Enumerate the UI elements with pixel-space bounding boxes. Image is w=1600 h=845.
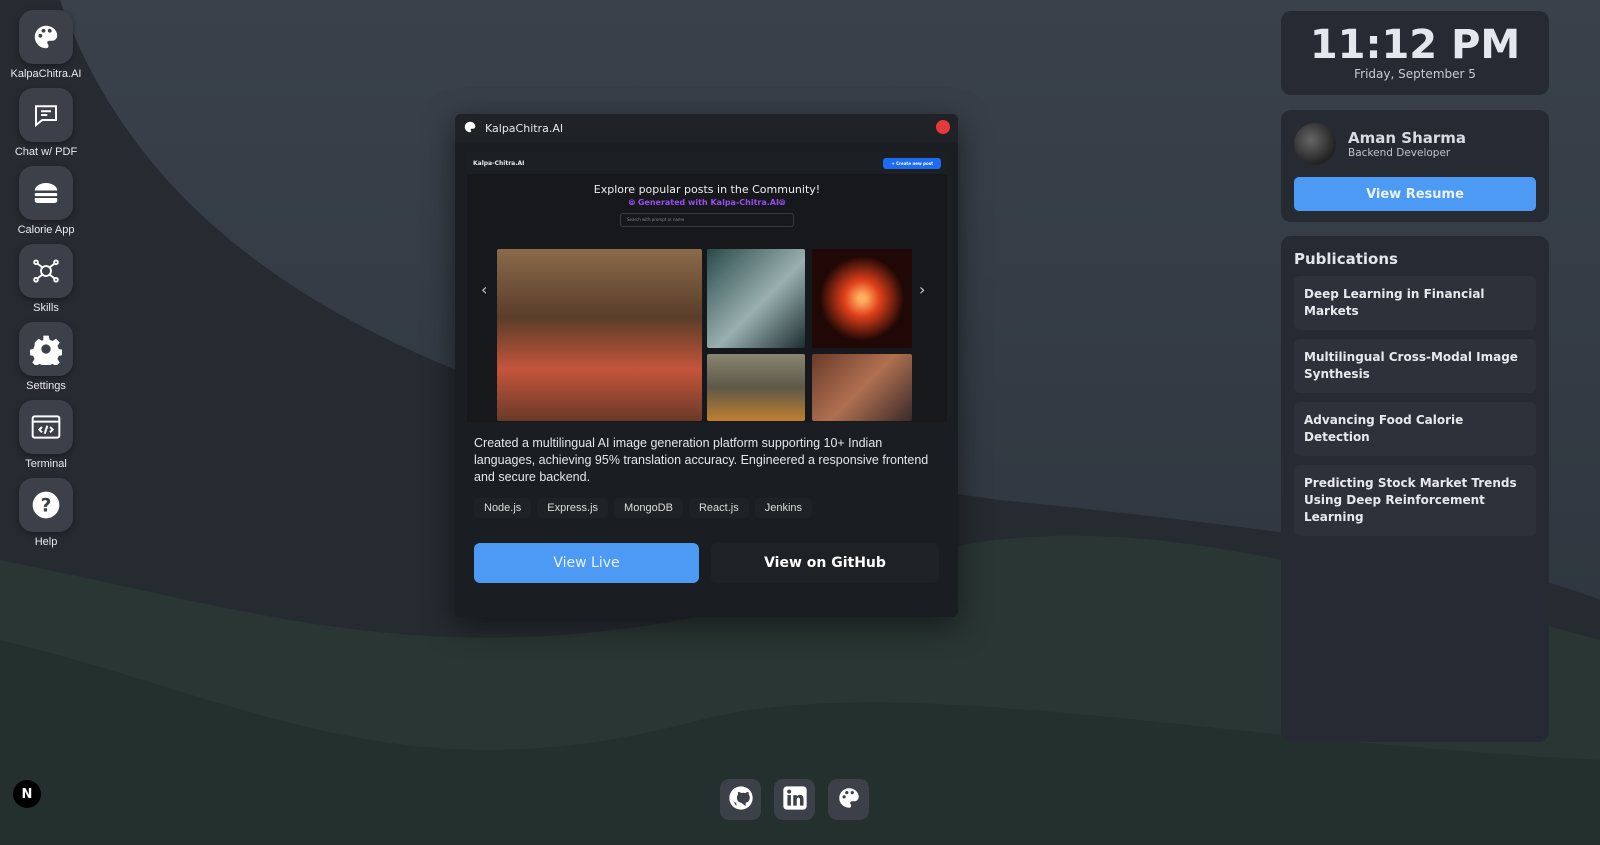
dock-item-kalpachitra[interactable]: KalpaChitra.AI <box>10 10 82 80</box>
clock-time: 11:12 PM <box>1309 22 1521 68</box>
dock-item-help[interactable]: ? Help <box>10 478 82 548</box>
gallery-image <box>707 249 805 348</box>
dock-label: Skills <box>33 302 59 314</box>
github-icon <box>727 784 755 816</box>
app-dock: KalpaChitra.AI Chat w/ PDF Calorie App S… <box>10 10 82 556</box>
clock-widget: 11:12 PM Friday, September 5 <box>1281 11 1549 95</box>
gallery-image <box>707 354 805 421</box>
view-github-button[interactable]: View on GitHub <box>711 543 939 583</box>
dock-item-settings[interactable]: Settings <box>10 322 82 392</box>
dock-label: Settings <box>26 380 66 392</box>
tech-tag: Jenkins <box>754 498 813 518</box>
palette-icon <box>19 10 73 64</box>
profile-name: Aman Sharma <box>1348 129 1467 147</box>
clock-date: Friday, September 5 <box>1354 67 1476 81</box>
dock-label: KalpaChitra.AI <box>10 68 82 80</box>
github-link[interactable] <box>720 779 761 820</box>
project-window: KalpaChitra.AI Kalpa-Chitra.AI + Create n… <box>455 114 958 617</box>
preview-search: Search with prompt or name <box>620 213 794 227</box>
gear-icon <box>19 322 73 376</box>
gallery-image <box>812 354 912 421</box>
linkedin-icon <box>781 784 809 816</box>
terminal-icon <box>19 400 73 454</box>
dock-label: Chat w/ PDF <box>14 146 78 158</box>
dock-label: Calorie App <box>17 224 75 236</box>
create-post-button: + Create new post <box>883 157 941 169</box>
image-gallery <box>497 249 912 421</box>
window-title: KalpaChitra.AI <box>485 121 564 135</box>
close-button[interactable] <box>936 120 950 134</box>
dock-item-terminal[interactable]: Terminal <box>10 400 82 470</box>
tech-tag: MongoDB <box>614 498 683 518</box>
palette-icon <box>463 120 477 137</box>
publications-panel: Publications Deep Learning in Financial … <box>1281 236 1549 742</box>
gallery-image <box>497 249 702 421</box>
help-icon: ? <box>19 478 73 532</box>
tech-tag: Node.js <box>474 498 532 518</box>
tech-tag: Express.js <box>537 498 609 518</box>
kalpachitra-link[interactable] <box>828 779 869 820</box>
publication-item[interactable]: Multilingual Cross-Modal Image Synthesis <box>1294 339 1536 393</box>
next-arrow-icon[interactable]: › <box>919 280 925 299</box>
next-badge[interactable]: N <box>13 780 41 808</box>
avatar <box>1294 123 1336 165</box>
publication-item[interactable]: Predicting Stock Market Trends Using Dee… <box>1294 465 1536 536</box>
dock-label: Terminal <box>25 458 67 470</box>
gallery-image <box>812 249 912 348</box>
dock-label: Help <box>34 536 58 548</box>
svg-text:?: ? <box>41 496 52 517</box>
publications-title: Publications <box>1294 250 1398 268</box>
view-live-button[interactable]: View Live <box>474 543 699 583</box>
view-resume-button[interactable]: View Resume <box>1294 177 1536 211</box>
linkedin-link[interactable] <box>774 779 815 820</box>
window-titlebar[interactable]: KalpaChitra.AI <box>455 114 958 142</box>
project-preview: Kalpa-Chitra.AI + Create new post Explore… <box>467 152 947 422</box>
preview-brand: Kalpa-Chitra.AI <box>473 159 525 167</box>
burger-icon <box>19 166 73 220</box>
tech-tag: React.js <box>688 498 749 518</box>
chat-icon <box>19 88 73 142</box>
social-dock <box>720 779 869 820</box>
project-description: Created a multilingual AI image generati… <box>474 436 929 484</box>
dock-item-chat-pdf[interactable]: Chat w/ PDF <box>10 88 82 158</box>
preview-heading: Explore popular posts in the Community! <box>593 183 821 196</box>
publication-item[interactable]: Advancing Food Calorie Detection <box>1294 402 1536 456</box>
profile-card: Aman Sharma Backend Developer View Resum… <box>1281 110 1549 222</box>
tech-tags: Node.js Express.js MongoDB React.js Jenk… <box>474 498 813 518</box>
prev-arrow-icon[interactable]: ‹ <box>481 280 487 299</box>
network-icon <box>19 244 73 298</box>
dock-item-skills[interactable]: Skills <box>10 244 82 314</box>
profile-role: Backend Developer <box>1348 147 1451 159</box>
dock-item-calorie-app[interactable]: Calorie App <box>10 166 82 236</box>
preview-subheading: ⦾ Generated with Kalpa-Chitra.AI⦾ <box>628 198 786 207</box>
publication-item[interactable]: Deep Learning in Financial Markets <box>1294 276 1536 330</box>
palette-icon <box>836 785 862 815</box>
